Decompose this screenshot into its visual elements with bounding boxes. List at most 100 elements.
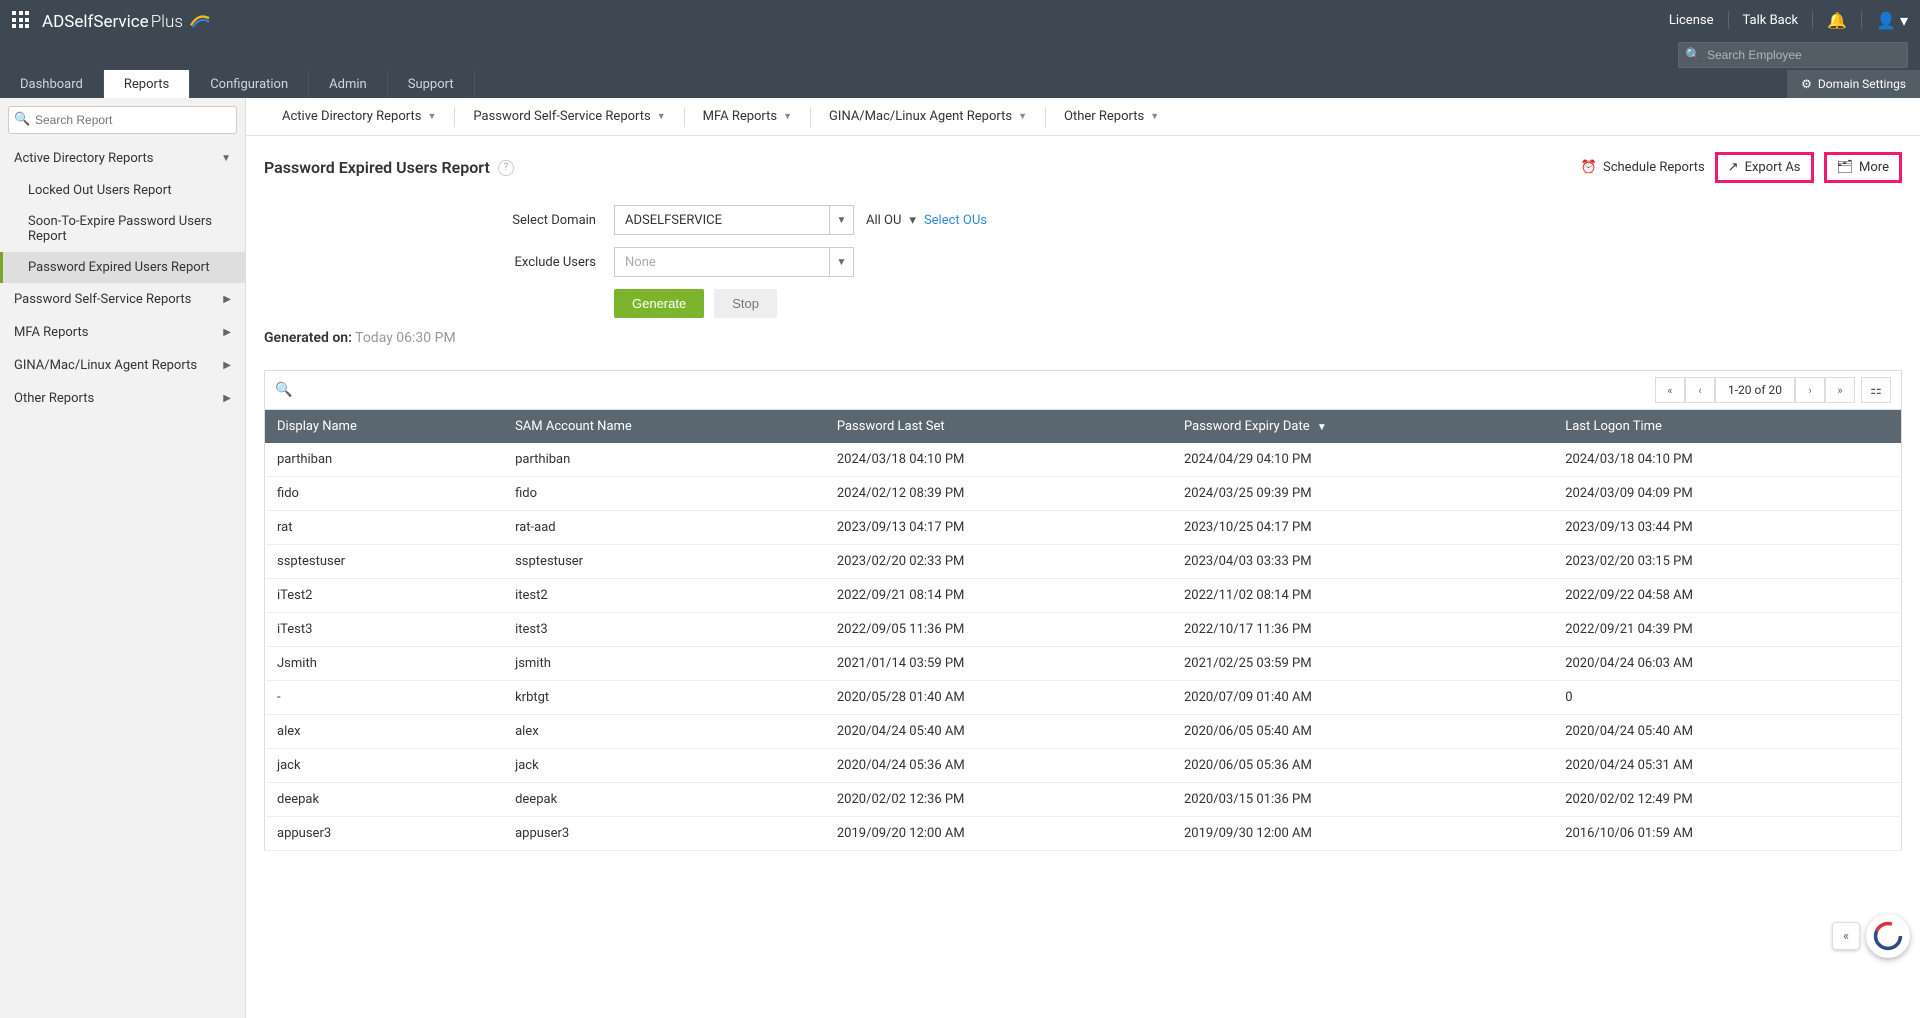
table-cell: 2020/02/02 12:49 PM <box>1553 783 1901 817</box>
table-cell: 2024/04/29 04:10 PM <box>1172 443 1553 477</box>
sidebar-item-locked[interactable]: Locked Out Users Report <box>0 175 245 206</box>
page-prev-button[interactable]: ‹ <box>1685 377 1715 403</box>
domain-select[interactable]: ADSELFSERVICE ▼ <box>614 205 854 235</box>
stop-button[interactable]: Stop <box>714 289 777 318</box>
main-nav: Dashboard Reports Configuration Admin Su… <box>0 70 1920 98</box>
clock-icon: ⏰ <box>1581 160 1597 175</box>
table-cell: 2019/09/20 12:00 AM <box>825 817 1172 851</box>
table-cell: ssptestuser <box>265 545 504 579</box>
subnav-adr[interactable]: Active Directory Reports▼ <box>264 98 454 136</box>
separator <box>1728 11 1729 29</box>
col-display-name[interactable]: Display Name <box>265 410 504 444</box>
domain-settings-button[interactable]: ⚙ Domain Settings <box>1787 70 1920 98</box>
sidebar-group-other[interactable]: Other Reports▶ <box>0 382 245 415</box>
sidebar-item-soon-expire[interactable]: Soon-To-Expire Password Users Report <box>0 206 245 252</box>
table-cell: 2023/10/25 04:17 PM <box>1172 511 1553 545</box>
sidebar-group-mfa[interactable]: MFA Reports▶ <box>0 316 245 349</box>
tab-configuration[interactable]: Configuration <box>190 70 309 98</box>
sidebar-group-pssr[interactable]: Password Self-Service Reports▶ <box>0 283 245 316</box>
table-row[interactable]: fidofido2024/02/12 08:39 PM2024/03/25 09… <box>265 477 1902 511</box>
table-row[interactable]: Jsmithjsmith2021/01/14 03:59 PM2021/02/2… <box>265 647 1902 681</box>
tab-support[interactable]: Support <box>388 70 475 98</box>
table-cell: 2022/10/17 11:36 PM <box>1172 613 1553 647</box>
subnav-mfa[interactable]: MFA Reports▼ <box>685 98 810 136</box>
tab-dashboard[interactable]: Dashboard <box>0 70 104 98</box>
table-row[interactable]: ratrat-aad2023/09/13 04:17 PM2023/10/25 … <box>265 511 1902 545</box>
table-cell: krbtgt <box>503 681 825 715</box>
table-cell: 2020/03/15 01:36 PM <box>1172 783 1553 817</box>
chevron-right-icon: ▶ <box>223 393 231 404</box>
export-as-button[interactable]: ↗ Export As <box>1715 152 1814 183</box>
table-row[interactable]: -krbtgt2020/05/28 01:40 AM2020/07/09 01:… <box>265 681 1902 715</box>
table-row[interactable]: ssptestuserssptestuser2023/02/20 02:33 P… <box>265 545 1902 579</box>
sidebar-group-adr[interactable]: Active Directory Reports▼ <box>0 142 245 175</box>
table-cell: appuser3 <box>503 817 825 851</box>
table-cell: jack <box>265 749 504 783</box>
product-name: ADSelfServicePlus <box>42 9 211 32</box>
subnav-other[interactable]: Other Reports▼ <box>1046 98 1177 136</box>
column-chooser-button[interactable]: ⚏ <box>1861 377 1891 403</box>
tab-reports[interactable]: Reports <box>104 70 190 98</box>
table-row[interactable]: appuser3appuser32019/09/20 12:00 AM2019/… <box>265 817 1902 851</box>
page-next-button[interactable]: › <box>1795 377 1825 403</box>
chat-button[interactable] <box>1866 914 1910 958</box>
table-cell: 2022/09/21 04:39 PM <box>1553 613 1901 647</box>
table-cell: 2023/02/20 02:33 PM <box>825 545 1172 579</box>
sidebar-group-gina[interactable]: GINA/Mac/Linux Agent Reports▶ <box>0 349 245 382</box>
col-pwd-last-set[interactable]: Password Last Set <box>825 410 1172 444</box>
report-search-input[interactable] <box>8 106 237 134</box>
table-row[interactable]: iTest3itest32022/09/05 11:36 PM2022/10/1… <box>265 613 1902 647</box>
employee-search-input[interactable] <box>1678 42 1908 68</box>
subnav-pssr[interactable]: Password Self-Service Reports▼ <box>455 98 683 136</box>
all-ou-label: All OU <box>866 213 901 228</box>
user-icon[interactable]: 👤 ▾ <box>1876 11 1908 30</box>
table-cell: parthiban <box>503 443 825 477</box>
table-cell: 2023/09/13 04:17 PM <box>825 511 1172 545</box>
table-cell: jack <box>503 749 825 783</box>
table-cell: 2020/04/24 05:40 AM <box>825 715 1172 749</box>
page-first-button[interactable]: « <box>1655 377 1685 403</box>
more-button[interactable]: 🗂 More <box>1824 152 1902 183</box>
tab-admin[interactable]: Admin <box>309 70 388 98</box>
table-toolbar: 🔍 « ‹ 1-20 of 20 › » ⚏ <box>264 370 1902 409</box>
chevron-right-icon: ▶ <box>223 327 231 338</box>
chevron-down-icon: ▼ <box>1150 111 1159 122</box>
table-cell: 2020/04/24 05:31 AM <box>1553 749 1901 783</box>
page-last-button[interactable]: » <box>1825 377 1855 403</box>
col-pwd-expiry[interactable]: Password Expiry Date ▼ <box>1172 410 1553 444</box>
table-cell: iTest3 <box>265 613 504 647</box>
exclude-users-select[interactable]: None ▼ <box>614 247 854 277</box>
generated-on-time: Today 06:30 PM <box>355 330 456 346</box>
table-cell: 2021/01/14 03:59 PM <box>825 647 1172 681</box>
select-ous-link[interactable]: Select OUs <box>924 213 987 228</box>
schedule-reports-button[interactable]: ⏰ Schedule Reports <box>1581 160 1705 175</box>
table-cell: 2020/04/24 05:36 AM <box>825 749 1172 783</box>
col-sam[interactable]: SAM Account Name <box>503 410 825 444</box>
generated-on-label: Generated on: <box>264 330 352 346</box>
generate-button[interactable]: Generate <box>614 289 704 318</box>
sidebar-item-pwd-expired[interactable]: Password Expired Users Report <box>0 252 245 283</box>
sidebar: 🔍 Active Directory Reports▼ Locked Out U… <box>0 98 246 1018</box>
chevron-down-icon: ▼ <box>783 111 792 122</box>
table-cell: 0 <box>1553 681 1901 715</box>
table-cell: 2022/09/05 11:36 PM <box>825 613 1172 647</box>
col-last-logon[interactable]: Last Logon Time <box>1553 410 1901 444</box>
chevron-down-icon: ▼ <box>427 111 436 122</box>
chat-collapse-button[interactable]: « <box>1832 922 1860 950</box>
license-link[interactable]: License <box>1669 13 1714 28</box>
talkback-link[interactable]: Talk Back <box>1743 13 1799 28</box>
exclude-users-label: Exclude Users <box>264 255 614 270</box>
table-row[interactable]: alexalex2020/04/24 05:40 AM2020/06/05 05… <box>265 715 1902 749</box>
subnav-gina[interactable]: GINA/Mac/Linux Agent Reports▼ <box>811 98 1045 136</box>
table-row[interactable]: iTest2itest22022/09/21 08:14 PM2022/11/0… <box>265 579 1902 613</box>
table-search-icon[interactable]: 🔍 <box>275 382 292 398</box>
help-icon[interactable]: ? <box>498 160 514 176</box>
separator <box>1812 11 1813 29</box>
table-row[interactable]: parthibanparthiban2024/03/18 04:10 PM202… <box>265 443 1902 477</box>
content: Active Directory Reports▼ Password Self-… <box>246 98 1920 1018</box>
table-row[interactable]: jackjack2020/04/24 05:36 AM2020/06/05 05… <box>265 749 1902 783</box>
apps-grid-icon[interactable] <box>12 11 30 29</box>
table-cell: 2016/10/06 01:59 AM <box>1553 817 1901 851</box>
bell-icon[interactable]: 🔔 <box>1827 11 1847 30</box>
table-row[interactable]: deepakdeepak2020/02/02 12:36 PM2020/03/1… <box>265 783 1902 817</box>
